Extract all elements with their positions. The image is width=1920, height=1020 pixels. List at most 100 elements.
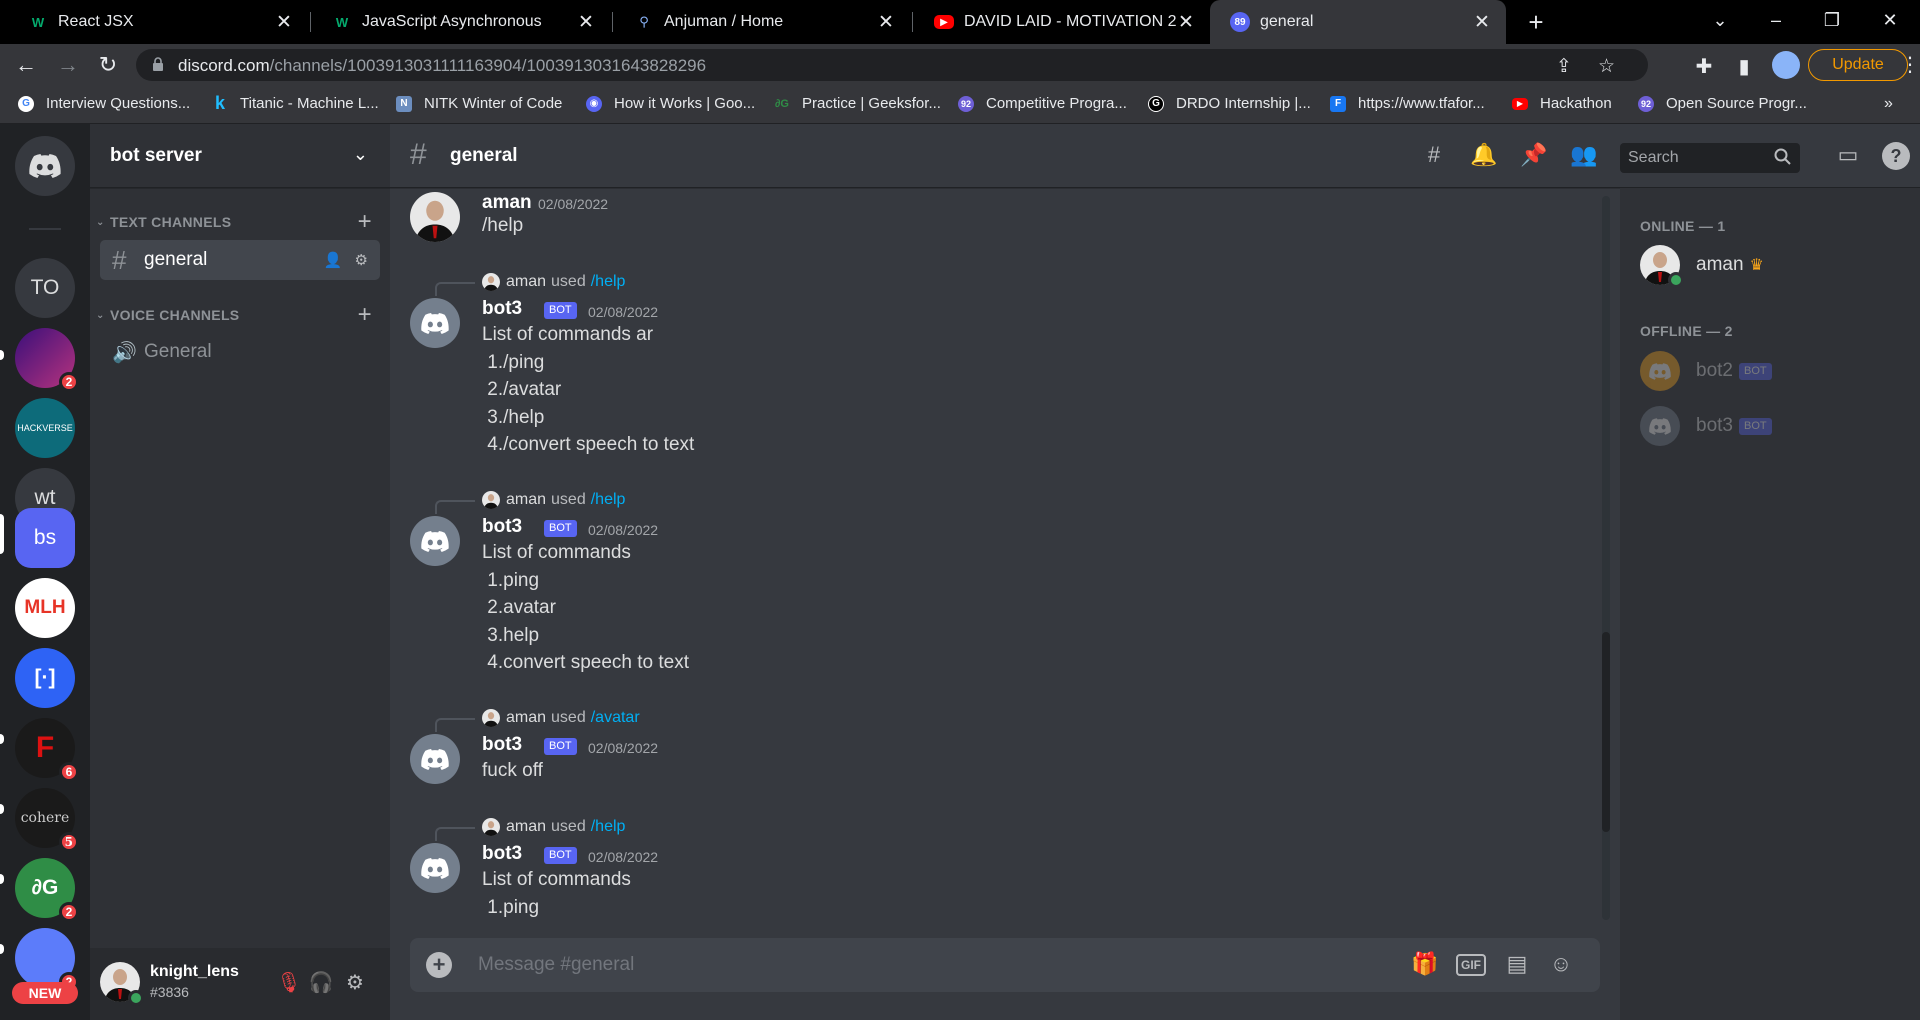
- close-icon[interactable]: ✕: [274, 11, 294, 34]
- message-author[interactable]: bot3: [482, 298, 522, 320]
- gif-button[interactable]: GIF: [1456, 954, 1486, 976]
- category-voice-channels[interactable]: ⌄ VOICE CHANNELS +: [96, 301, 386, 329]
- pin-icon[interactable]: 📌: [1520, 142, 1548, 170]
- server-icon[interactable]: [·]: [15, 648, 75, 708]
- close-icon[interactable]: ✕: [576, 11, 596, 34]
- back-button[interactable]: ←: [10, 49, 42, 81]
- reply-reference[interactable]: aman used/help: [482, 490, 625, 510]
- server-icon[interactable]: 2: [15, 928, 79, 992]
- bookmark-item[interactable]: ∂G Practice | Geeksfor...: [774, 95, 941, 112]
- message-author[interactable]: bot3: [482, 516, 522, 538]
- bookmark-item[interactable]: ▶ Hackathon: [1512, 95, 1612, 112]
- forward-button[interactable]: →: [52, 49, 84, 81]
- minimize-button[interactable]: –: [1752, 0, 1800, 40]
- reply-reference[interactable]: aman used/avatar: [482, 708, 640, 728]
- help-icon[interactable]: ?: [1882, 142, 1910, 170]
- bot-avatar[interactable]: [410, 734, 460, 784]
- channel-general[interactable]: # general 👤 ⚙: [100, 240, 380, 280]
- bookmarks-overflow-icon[interactable]: »: [1884, 95, 1893, 113]
- server-icon[interactable]: MLH: [15, 578, 75, 638]
- message-author[interactable]: bot3: [482, 734, 522, 756]
- bookmark-star-icon[interactable]: ☆: [1598, 55, 1615, 78]
- side-panel-icon[interactable]: ▮: [1732, 54, 1756, 79]
- voice-channel-general[interactable]: 🔊 General: [100, 332, 380, 372]
- message-author[interactable]: bot3: [482, 843, 522, 865]
- gear-icon[interactable]: ⚙: [355, 251, 368, 269]
- server-icon[interactable]: TO: [15, 258, 75, 318]
- bookmark-item[interactable]: 92 Open Source Progr...: [1638, 95, 1807, 112]
- bookmark-item[interactable]: k Titanic - Machine L...: [212, 93, 379, 113]
- avatar[interactable]: [410, 192, 460, 242]
- server-icon[interactable]: 2: [15, 328, 79, 392]
- server-icon[interactable]: ∂G 2: [15, 858, 79, 922]
- browser-tab[interactable]: W JavaScript Asynchronous ✕: [312, 0, 610, 44]
- search-input[interactable]: Search: [1620, 143, 1800, 173]
- bookmark-item[interactable]: G DRDO Internship |...: [1148, 95, 1311, 112]
- bookmark-item[interactable]: 92 Competitive Progra...: [958, 95, 1127, 112]
- server-icon[interactable]: F6: [15, 718, 79, 782]
- member-item[interactable]: aman ♛: [1640, 242, 1910, 288]
- browser-tab[interactable]: ▶ DAVID LAID - MOTIVATION 2020 ✕: [914, 0, 1210, 44]
- browser-tab[interactable]: ⚲ Anjuman / Home ✕: [614, 0, 910, 44]
- bookmark-item[interactable]: Fhttps://www.tfafor...: [1330, 95, 1485, 112]
- tab-search-chevron-icon[interactable]: ⌄: [1696, 0, 1744, 40]
- message-composer: + 🎁 GIF ▤ ☺: [410, 938, 1600, 992]
- gear-icon[interactable]: ⚙: [342, 970, 368, 996]
- scrollbar-thumb[interactable]: [1602, 632, 1610, 832]
- message-input[interactable]: [478, 948, 1278, 982]
- bot-avatar[interactable]: [410, 298, 460, 348]
- new-tab-button[interactable]: +: [1520, 6, 1552, 38]
- server-icon[interactable]: HACKVERSE: [15, 398, 75, 458]
- channel-header: # general # 🔔 📌 👥 Search ▭ ?: [390, 124, 1920, 188]
- browser-tab[interactable]: W React JSX ✕: [8, 0, 308, 44]
- server-icon-selected[interactable]: bs: [15, 508, 75, 568]
- bot-avatar[interactable]: [410, 516, 460, 566]
- member-list-icon[interactable]: 👥: [1570, 142, 1598, 170]
- server-header[interactable]: bot server ⌄: [90, 124, 390, 188]
- chevron-down-icon: ⌄: [352, 144, 368, 164]
- create-invite-icon[interactable]: 👤: [324, 251, 343, 269]
- slash-command: /help: [590, 818, 626, 835]
- reply-reference[interactable]: aman used/help: [482, 272, 625, 292]
- message-author[interactable]: aman: [482, 192, 532, 214]
- reply-reference[interactable]: aman used/help: [482, 817, 625, 837]
- message-timestamp: 02/08/2022: [588, 849, 659, 865]
- threads-icon[interactable]: #: [1420, 142, 1448, 170]
- reload-button[interactable]: ↻: [92, 49, 124, 81]
- headphones-icon[interactable]: 🎧: [308, 970, 334, 996]
- bookmark-item[interactable]: G Interview Questions...: [18, 95, 190, 112]
- server-icon[interactable]: cohere 5: [15, 788, 79, 852]
- update-button[interactable]: Update: [1808, 49, 1908, 81]
- bot-badge: BOT: [544, 302, 577, 319]
- mute-microphone-icon[interactable]: 🎙: [276, 970, 302, 996]
- bell-icon[interactable]: 🔔: [1470, 142, 1498, 170]
- sticker-icon[interactable]: ▤: [1502, 951, 1532, 979]
- inbox-icon[interactable]: ▭: [1834, 142, 1862, 170]
- discord-logo-icon: [421, 857, 449, 879]
- create-channel-icon[interactable]: +: [358, 301, 372, 329]
- category-text-channels[interactable]: ⌄ TEXT CHANNELS +: [96, 208, 386, 236]
- discord-home-button[interactable]: [15, 136, 75, 196]
- share-icon[interactable]: ⇪: [1556, 55, 1572, 78]
- close-icon[interactable]: ✕: [1176, 11, 1196, 34]
- member-item[interactable]: bot2 BOT: [1640, 348, 1910, 394]
- omnibox[interactable]: discord.com/channels/1003913031111163904…: [136, 49, 1648, 81]
- close-window-button[interactable]: ✕: [1866, 0, 1914, 40]
- browser-tab-active[interactable]: 89 general ✕: [1210, 0, 1506, 44]
- extensions-puzzle-icon[interactable]: ✚: [1692, 54, 1716, 79]
- message-content: List of commands 1.ping 2.avatar 3.help …: [482, 542, 690, 673]
- bookmark-item[interactable]: ◉ How it Works | Goo...: [586, 95, 755, 112]
- emoji-icon[interactable]: ☺: [1546, 951, 1576, 979]
- bot-avatar[interactable]: [410, 843, 460, 893]
- profile-avatar[interactable]: [1772, 51, 1800, 79]
- close-icon[interactable]: ✕: [876, 11, 896, 34]
- upload-plus-icon[interactable]: +: [426, 952, 452, 978]
- url-text[interactable]: discord.com/channels/1003913031111163904…: [178, 56, 706, 76]
- gift-icon[interactable]: 🎁: [1410, 951, 1440, 979]
- bookmark-item[interactable]: N NITK Winter of Code: [396, 95, 562, 112]
- menu-kebab-icon[interactable]: ⋮: [1900, 52, 1920, 77]
- close-icon[interactable]: ✕: [1472, 11, 1492, 34]
- create-channel-icon[interactable]: +: [358, 208, 372, 236]
- restore-button[interactable]: ❐: [1808, 0, 1856, 40]
- member-item[interactable]: bot3 BOT: [1640, 403, 1910, 449]
